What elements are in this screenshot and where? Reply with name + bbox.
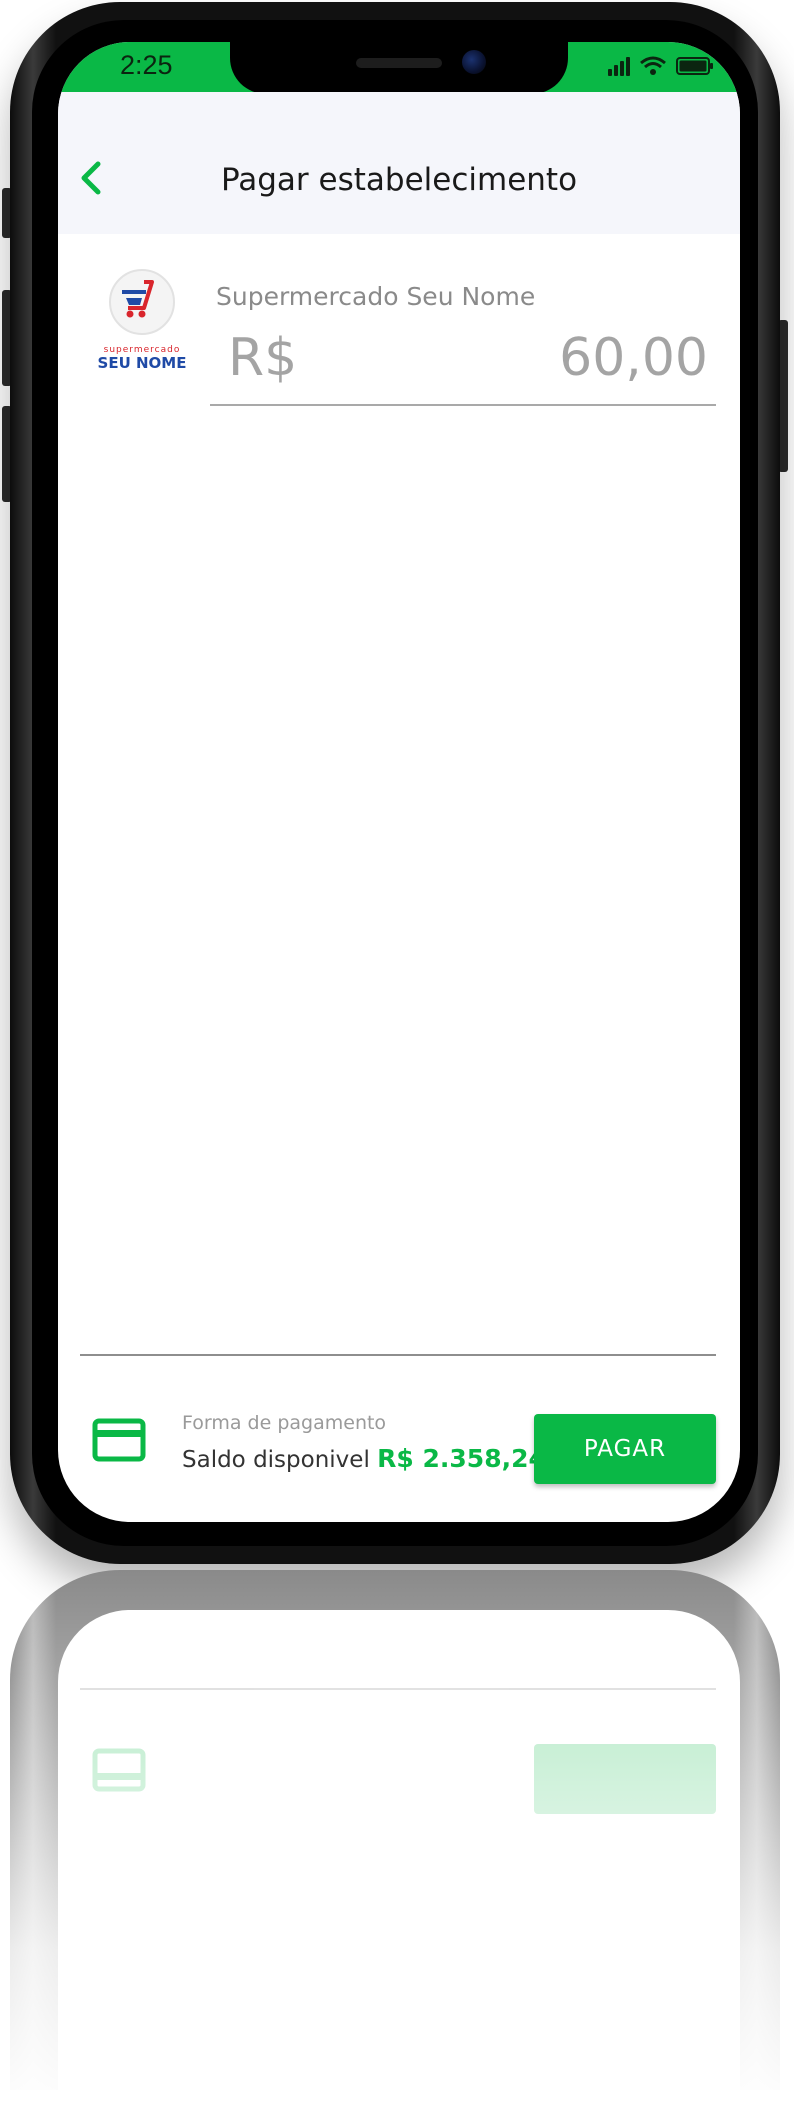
phone-screen: 2:25 Pagar estabelecimento supermercado … bbox=[58, 42, 740, 1522]
merchant-logo: supermercado SEU NOME bbox=[90, 260, 190, 380]
balance-line: Saldo disponivel R$ 2.358,24 bbox=[182, 1444, 546, 1473]
merchant-name: Supermercado Seu Nome bbox=[216, 282, 536, 311]
status-time: 2:25 bbox=[120, 50, 173, 80]
header-bar: Pagar estabelecimento bbox=[58, 92, 740, 234]
status-bar: 2:25 bbox=[58, 42, 740, 94]
divider bbox=[80, 1354, 716, 1356]
phone-reflection bbox=[0, 1570, 794, 2112]
camera-icon bbox=[462, 50, 486, 74]
svg-text:SEU NOME: SEU NOME bbox=[98, 354, 187, 372]
pay-button[interactable]: PAGAR bbox=[534, 1414, 716, 1484]
reflection-fade bbox=[0, 1570, 794, 2112]
credit-card-icon[interactable] bbox=[92, 1418, 146, 1462]
phone-mockup: 2:25 Pagar estabelecimento supermercado … bbox=[0, 0, 794, 1570]
payment-method-label: Forma de pagamento bbox=[182, 1412, 387, 1434]
currency-label: R$ bbox=[228, 328, 298, 388]
battery-icon bbox=[676, 57, 714, 75]
amount-value: 60,00 bbox=[559, 328, 708, 388]
balance-label: Saldo disponivel bbox=[182, 1447, 370, 1473]
status-icons bbox=[608, 56, 714, 76]
notch bbox=[230, 42, 568, 94]
speaker-grille bbox=[356, 58, 442, 68]
balance-amount: R$ 2.358,24 bbox=[377, 1444, 546, 1473]
page-title: Pagar estabelecimento bbox=[220, 162, 578, 198]
signal-icon bbox=[608, 56, 630, 76]
amount-input[interactable]: R$ 60,00 bbox=[210, 314, 716, 406]
wifi-icon bbox=[640, 56, 666, 76]
